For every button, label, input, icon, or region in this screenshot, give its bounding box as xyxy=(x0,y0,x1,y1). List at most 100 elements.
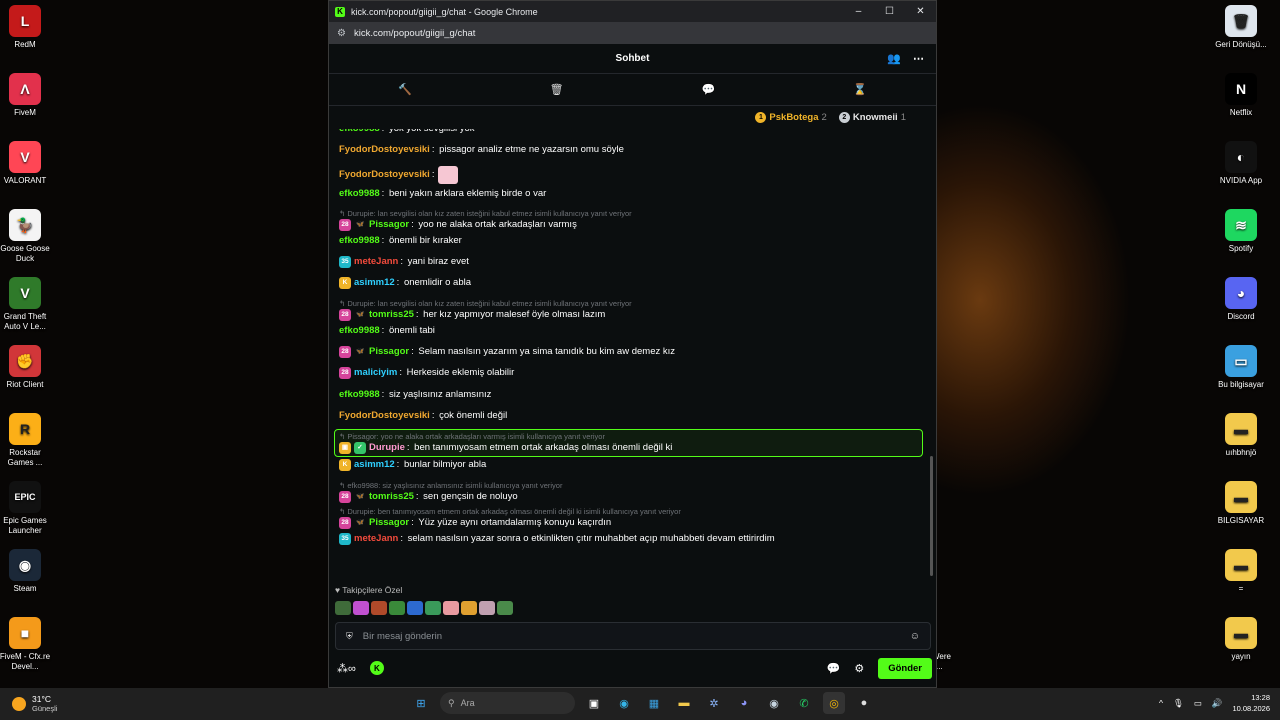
more-options-icon[interactable]: ⋯ xyxy=(913,52,924,65)
chat-message[interactable]: FyodorDostoyevsiki: xyxy=(339,164,929,186)
chat-message[interactable]: efko9988: önemli tabi xyxy=(339,323,929,344)
chat-username[interactable]: FyodorDostoyevsiki xyxy=(339,169,430,181)
steam-taskbar-icon[interactable]: ◉ xyxy=(763,692,785,714)
chat-username[interactable]: Pissagor xyxy=(369,517,409,529)
monitor-icon[interactable]: ▭ xyxy=(1194,698,1202,709)
gifter-1[interactable]: 1 PskBotega 2 xyxy=(755,111,827,123)
chat-message[interactable]: ↰ Durupie: lan sevgilisi olan kız zaten … xyxy=(339,207,929,233)
desktop-icon-u-hbhnj[interactable]: ▬ uıhbhnjö xyxy=(1213,413,1269,458)
chat-username[interactable]: maliciyim xyxy=(354,367,397,379)
chat-message[interactable]: Kasimm12: onemlidir o abla xyxy=(339,275,929,296)
desktop-icon-rockstar-games[interactable]: R Rockstar Games ... xyxy=(0,413,53,468)
quick-emote-7[interactable] xyxy=(443,601,459,615)
desktop-icon-goose-goose-duck[interactable]: 🦆 Goose Goose Duck xyxy=(0,209,53,264)
chat-username[interactable]: tomriss25 xyxy=(369,491,414,503)
close-button[interactable]: ✕ xyxy=(905,6,936,17)
desktop-icon-bu-bilgisayar[interactable]: ▭ Bu bilgisayar xyxy=(1213,345,1269,390)
chat-username[interactable]: efko9988 xyxy=(339,188,380,200)
desktop-icon-spotify[interactable]: ≋ Spotify xyxy=(1213,209,1269,254)
volume-icon[interactable]: 🔊 xyxy=(1212,698,1223,709)
desktop-icon-discord[interactable]: ◕ Discord xyxy=(1213,277,1269,322)
edge-icon[interactable]: ◉ xyxy=(613,692,635,714)
chat-username[interactable]: Durupie xyxy=(369,442,405,454)
reply-context[interactable]: ↰ Durupie: lan sevgilisi olan kız zaten … xyxy=(339,209,929,219)
gear-icon[interactable]: ⚙ xyxy=(854,662,864,675)
reply-context[interactable]: ↰ Durupie: ben tanımıyosam etmem ortak a… xyxy=(339,507,929,517)
chat-username[interactable]: asimm12 xyxy=(354,459,395,471)
chat-username[interactable]: efko9988 xyxy=(339,129,380,135)
discord-taskbar-icon[interactable]: ◕ xyxy=(733,692,755,714)
microphone-icon[interactable]: 🎙 xyxy=(1173,698,1184,709)
chat-message[interactable]: efko9988: siz yaşlısınız anlamsınız xyxy=(339,387,929,408)
points-icon[interactable]: ⁂∞ xyxy=(337,662,356,675)
reply-context[interactable]: ↰ Pissagor: yoo ne alaka ortak arkadaşla… xyxy=(339,432,922,442)
obs-icon[interactable]: ● xyxy=(853,692,875,714)
quick-emote-3[interactable] xyxy=(371,601,387,615)
chat-username[interactable]: Pissagor xyxy=(369,346,409,358)
store-icon[interactable]: ▦ xyxy=(643,692,665,714)
kick-logo-icon[interactable]: K xyxy=(369,661,384,675)
tray-overflow-icon[interactable]: ^ xyxy=(1159,698,1163,708)
send-button[interactable]: Gönder xyxy=(878,657,932,679)
chat-input[interactable]: ⛨ Bir mesaj gönderin ☺ xyxy=(335,622,931,650)
chat-message[interactable]: efko9988: yok yok sevgilisi yok xyxy=(339,129,929,142)
weather-widget[interactable]: 31°C Güneşli xyxy=(12,694,57,714)
desktop-icon-redm[interactable]: L RedM xyxy=(0,5,53,50)
chat-message[interactable]: 35 meteJann: yani biraz evet xyxy=(339,254,929,275)
chat-message[interactable]: FyodorDostoyevsiki: pissagor analiz etme… xyxy=(339,142,929,163)
chat-username[interactable]: Pissagor xyxy=(369,219,409,231)
desktop-icon-grand-theft-auto-v-le[interactable]: V Grand Theft Auto V Le... xyxy=(0,277,53,332)
chrome-taskbar-icon[interactable]: ◎ xyxy=(823,692,845,714)
emoji-icon[interactable]: ☺ xyxy=(910,631,920,642)
reply-context[interactable]: ↰ Durupie: lan sevgilisi olan kız zaten … xyxy=(339,299,929,309)
chat-message[interactable]: 28 🦋 Pissagor: Selam nasılsın yazarım ya s… xyxy=(339,344,929,365)
desktop-icon-geri-d-n[interactable]: 🗑 Geri Dönüşü... xyxy=(1213,5,1269,50)
clock[interactable]: 13:28 10.08.2026 xyxy=(1232,692,1270,714)
chat-username[interactable]: efko9988 xyxy=(339,235,380,247)
windows-start-icon[interactable]: ⊞ xyxy=(410,692,432,714)
gifter-2[interactable]: 2 Knowmeii 1 xyxy=(838,111,906,123)
chat-username[interactable]: tomriss25 xyxy=(369,309,414,321)
chat-username[interactable]: FyodorDostoyevsiki xyxy=(339,410,430,422)
chat-message[interactable]: Kasimm12: bunlar bilmiyor abla xyxy=(339,457,929,478)
chat-message[interactable]: ↰ efko9988: siz yaşlısınız anlamsınız is… xyxy=(339,479,929,505)
reply-context[interactable]: ↰ efko9988: siz yaşlısınız anlamsınız is… xyxy=(339,481,929,491)
desktop-icon-nvidia-app[interactable]: ◐ NVIDIA App xyxy=(1213,141,1269,186)
chat-bubble-icon[interactable]: 💬 xyxy=(638,83,778,96)
quick-emote-10[interactable] xyxy=(497,601,513,615)
chat-message[interactable]: efko9988: beni yakın arklara eklemiş bir… xyxy=(339,186,929,207)
desktop-icon-fivem[interactable]: Λ FiveM xyxy=(0,73,53,118)
quick-emote-5[interactable] xyxy=(407,601,423,615)
chat-username[interactable]: efko9988 xyxy=(339,325,380,337)
quick-emote-2[interactable] xyxy=(353,601,369,615)
minimize-button[interactable]: – xyxy=(843,6,874,17)
chat-message[interactable]: efko9988: önemli bir kıraker xyxy=(339,233,929,254)
quick-emote-1[interactable] xyxy=(335,601,351,615)
chat-message[interactable]: ↰ Pissagor: yoo ne alaka ortak arkadaşla… xyxy=(334,429,923,458)
trash-icon[interactable]: 🗑 xyxy=(487,83,627,96)
chat-username[interactable]: efko9988 xyxy=(339,389,380,401)
desktop-icon-bilgisayar[interactable]: ▬ BILGISAYAR xyxy=(1213,481,1269,526)
quick-emote-6[interactable] xyxy=(425,601,441,615)
chat-scrollbar[interactable] xyxy=(930,456,933,576)
network-app-icon[interactable]: ✲ xyxy=(703,692,725,714)
maximize-button[interactable]: ☐ xyxy=(874,6,905,17)
chat-message[interactable]: ↰ Durupie: ben tanımıyosam etmem ortak a… xyxy=(339,505,929,531)
desktop-icon-yay-n[interactable]: ▬ yayın xyxy=(1213,617,1269,662)
desktop-icon-[interactable]: ▬ = xyxy=(1213,549,1269,594)
desktop-icon-epic-games-launcher[interactable]: EPIC Epic Games Launcher xyxy=(0,481,53,536)
chat-bubble-small-icon[interactable]: 💬 xyxy=(827,662,841,675)
desktop-icon-valorant[interactable]: V VALORANT xyxy=(0,141,53,186)
hammer-icon[interactable]: 🔨 xyxy=(335,83,475,96)
chat-message[interactable]: ↰ Durupie: lan sevgilisi olan kız zaten … xyxy=(339,297,929,323)
chat-username[interactable]: asimm12 xyxy=(354,277,395,289)
chat-message[interactable]: 28 maliciyim: Herkeside eklemiş olabilir xyxy=(339,365,929,386)
chat-username[interactable]: meteJann xyxy=(354,256,398,268)
site-info-icon[interactable]: ⚙ xyxy=(337,28,346,39)
hourglass-icon[interactable]: ⌛ xyxy=(790,83,930,96)
task-view-icon[interactable]: ▣ xyxy=(583,692,605,714)
desktop-icon-steam[interactable]: ◉ Steam xyxy=(0,549,53,594)
chat-username[interactable]: meteJann xyxy=(354,533,398,545)
whatsapp-icon[interactable]: ✆ xyxy=(793,692,815,714)
chat-message[interactable]: 35 meteJann: selam nasılsın yazar sonra o… xyxy=(339,531,929,552)
